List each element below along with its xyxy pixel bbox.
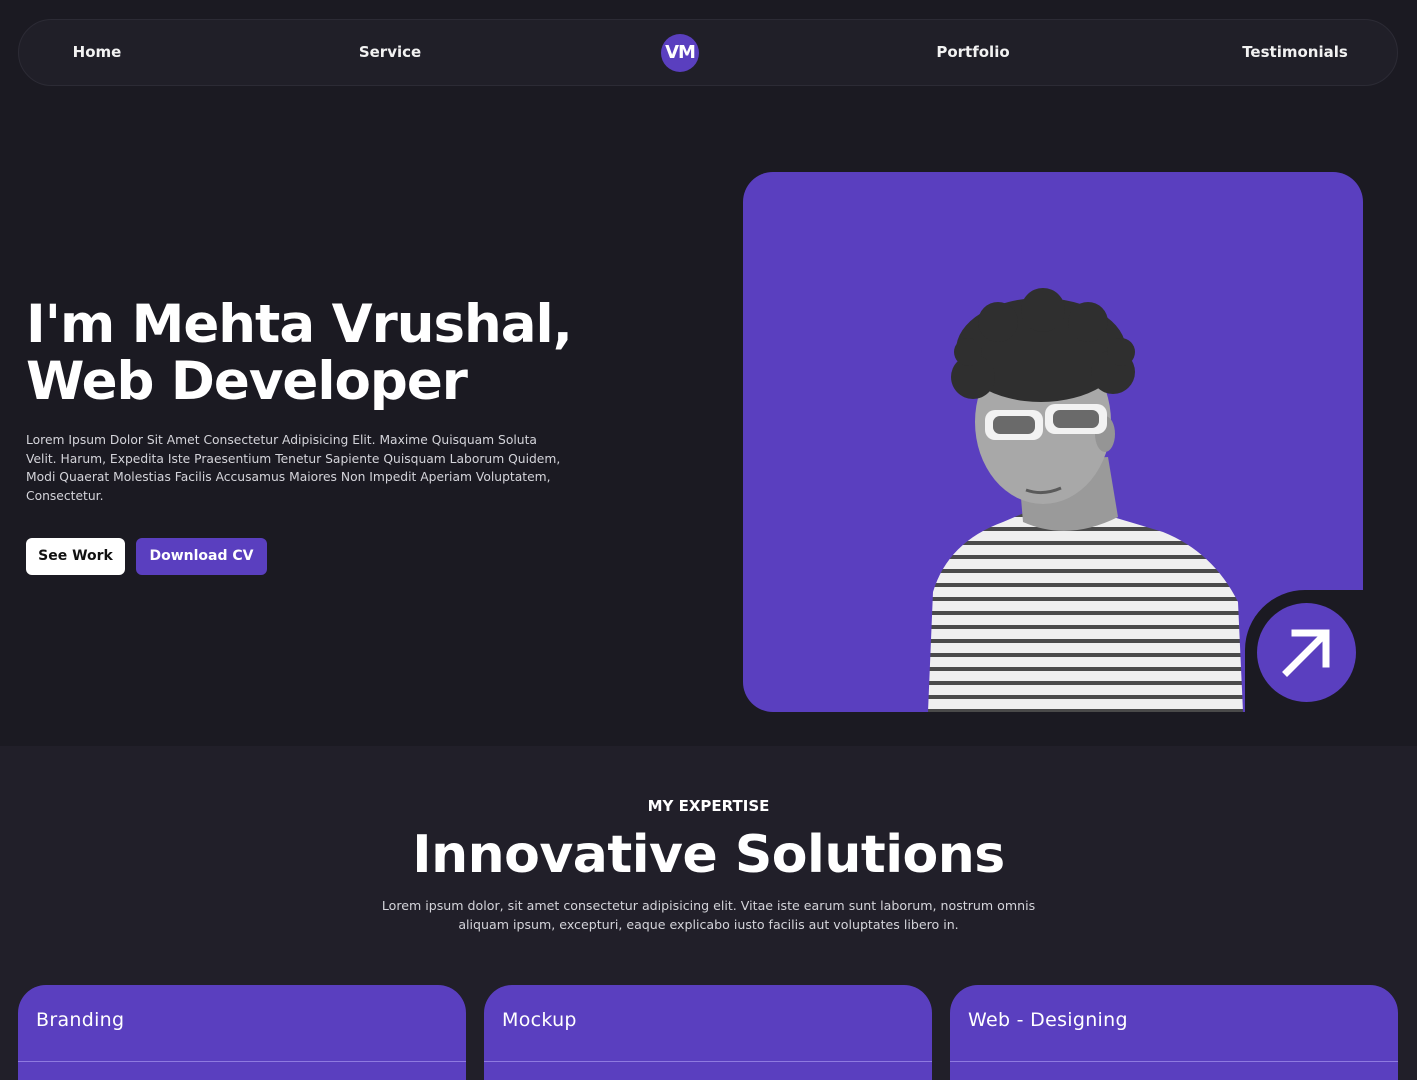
arrow-up-right-icon[interactable] <box>1257 603 1356 702</box>
card-title: Mockup <box>502 1009 577 1031</box>
card-title: Branding <box>36 1009 125 1031</box>
hero-title-line1: I'm Mehta Vrushal, <box>26 294 573 355</box>
logo-badge[interactable]: VM <box>661 34 699 72</box>
service-card-branding[interactable]: Branding <box>18 985 466 1080</box>
service-card-web-designing[interactable]: Web - Designing <box>950 985 1398 1080</box>
section-title: Innovative Solutions <box>412 825 1005 885</box>
see-work-button[interactable]: See Work <box>26 538 125 575</box>
hero-title: I'm Mehta Vrushal, Web Developer <box>26 296 666 410</box>
card-divider <box>18 1061 466 1062</box>
hero-title-line2: Web Developer <box>26 351 468 412</box>
card-divider <box>484 1061 932 1062</box>
section-eyebrow: MY EXPERTISE <box>647 797 770 815</box>
service-card-mockup[interactable]: Mockup <box>484 985 932 1080</box>
section-description: Lorem ipsum dolor, sit amet consectetur … <box>381 898 1036 932</box>
nav-link-home[interactable]: Home <box>73 20 122 85</box>
nav-link-testimonials[interactable]: Testimonials <box>1242 20 1348 85</box>
card-title: Web - Designing <box>968 1009 1128 1031</box>
card-divider <box>950 1061 1398 1062</box>
top-navbar: Home Service VM Portfolio Testimonials <box>18 19 1398 86</box>
nav-link-portfolio[interactable]: Portfolio <box>936 20 1009 85</box>
nav-link-service[interactable]: Service <box>359 20 421 85</box>
download-cv-button[interactable]: Download CV <box>136 538 267 575</box>
hero-description: Lorem Ipsum Dolor Sit Amet Consectetur A… <box>26 433 561 503</box>
